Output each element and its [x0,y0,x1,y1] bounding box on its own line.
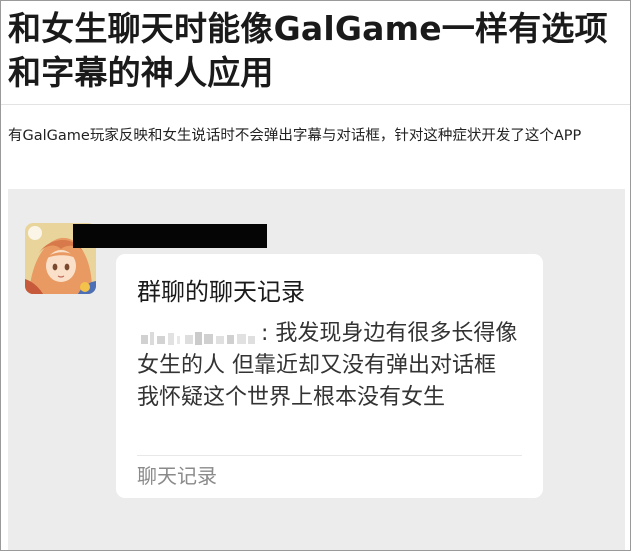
chat-record-card[interactable]: 群聊的聊天记录 : 我发现身边有很多长得像女生的人 但靠近却又没有弹出对话框 我… [116,254,543,498]
title-divider [1,104,630,105]
chat-screenshot: 群聊的聊天记录 : 我发现身边有很多长得像女生的人 但靠近却又没有弹出对话框 我… [8,189,625,550]
redacted-sender-name [73,224,267,248]
card-divider [137,455,522,456]
chat-record-body: : 我发现身边有很多长得像女生的人 但靠近却又没有弹出对话框 我怀疑这个世界上根… [137,318,522,446]
screenshot-frame: 和女生聊天时能像GalGame一样有选项和字幕的神人应用 有GalGame玩家反… [0,0,631,551]
chat-message-text: : 我发现身边有很多长得像女生的人 但靠近却又没有弹出对话框 我怀疑这个世界上根… [137,321,518,410]
article-title: 和女生聊天时能像GalGame一样有选项和字幕的神人应用 [8,9,608,92]
article-summary: 有GalGame玩家反映和女生说话时不会弹出字幕与对话框，针对这种症状开发了这个… [8,128,582,144]
chat-record-footer: 聊天记录 [137,464,217,488]
chat-record-title: 群聊的聊天记录 [137,278,305,306]
